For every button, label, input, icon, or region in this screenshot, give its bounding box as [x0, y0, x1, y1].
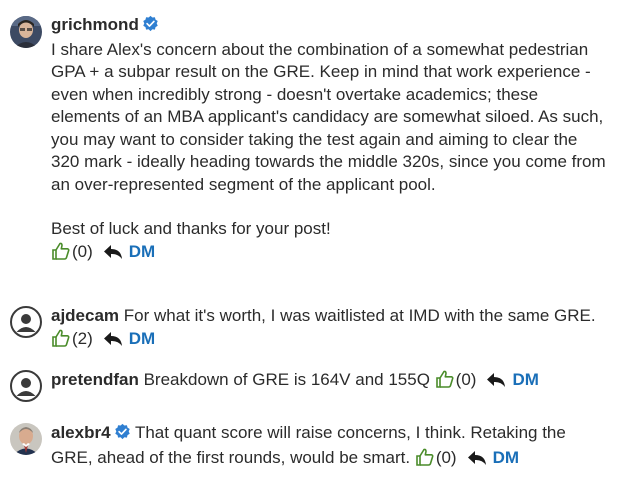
dm-link[interactable]: DM [493, 448, 519, 467]
comment-actions: (2) DM [51, 329, 155, 348]
reply-arrow-icon[interactable] [467, 450, 487, 473]
comment-body: pretendfan Breakdown of GRE is 164V and … [51, 369, 608, 396]
reply-arrow-icon[interactable] [103, 244, 123, 267]
username[interactable]: ajdecam [51, 306, 119, 325]
username[interactable]: pretendfan [51, 370, 139, 389]
thumbs-up-icon[interactable] [51, 328, 71, 355]
comment-text-closing: Best of luck and thanks for your post! [51, 219, 331, 238]
thumbs-up-icon[interactable] [51, 241, 71, 268]
comment-actions: (0) DM [430, 370, 539, 389]
like-count: (0) [435, 447, 457, 467]
like-count: (0) [72, 241, 93, 261]
comment-text: I share Alex's concern about the combina… [51, 39, 606, 194]
generic-user-icon[interactable] [10, 306, 42, 338]
thumbs-up-icon[interactable] [435, 369, 455, 396]
dm-link[interactable]: DM [129, 242, 155, 261]
thumbs-up-icon[interactable] [415, 447, 435, 474]
comment-actions: (0) DM [410, 448, 519, 467]
dm-link[interactable]: DM [512, 370, 538, 389]
avatar[interactable] [10, 16, 42, 48]
comment-text: For what it's worth, I was waitlisted at… [123, 306, 596, 325]
comment-body: grichmond I share Alex's concern about t… [51, 14, 608, 267]
reply-arrow-icon[interactable] [486, 372, 506, 395]
generic-user-icon[interactable] [10, 370, 42, 402]
comment-actions: (0) DM [51, 242, 155, 261]
comment-body: alexbr4 That quant score will raise conc… [51, 422, 608, 473]
reply-arrow-icon[interactable] [103, 331, 123, 354]
comment-body: ajdecam For what it's worth, I was waitl… [51, 305, 608, 354]
like-count: (2) [72, 328, 93, 348]
comment-text: Breakdown of GRE is 164V and 155Q [143, 370, 430, 389]
dm-link[interactable]: DM [129, 329, 155, 348]
username[interactable]: grichmond [51, 15, 139, 34]
comment-thread: grichmond I share Alex's concern about t… [0, 0, 620, 480]
avatar[interactable] [10, 423, 42, 455]
verified-badge-icon [114, 423, 131, 447]
username[interactable]: alexbr4 [51, 423, 111, 442]
verified-badge-icon [142, 15, 159, 39]
like-count: (0) [455, 370, 477, 389]
